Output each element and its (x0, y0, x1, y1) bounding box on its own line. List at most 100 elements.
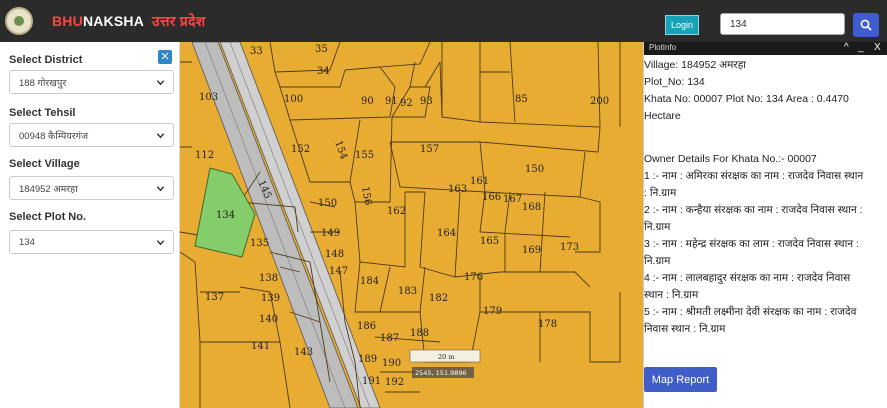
svg-text:165: 165 (480, 236, 499, 247)
village-value: 184952 अमरहा (19, 183, 78, 195)
close-sidebar-button[interactable]: ✕ (158, 50, 172, 64)
svg-text:90: 90 (361, 96, 374, 107)
district-select[interactable]: 188 गोरखपुर (9, 70, 174, 94)
svg-text:166: 166 (482, 192, 501, 203)
svg-text:33: 33 (250, 46, 263, 57)
svg-text:91: 91 (385, 96, 398, 107)
svg-text:34: 34 (317, 66, 330, 77)
svg-text:137: 137 (205, 292, 224, 303)
svg-text:186: 186 (357, 321, 376, 332)
owner-line: निवास स्थान : नि.ग्राम (644, 323, 726, 335)
brand-part-naksha: NAKSHA (82, 13, 145, 29)
svg-text:93: 93 (420, 96, 433, 107)
owner-line: स्थान : नि.ग्राम (644, 289, 699, 301)
login-button[interactable]: Login (665, 15, 699, 35)
svg-text:155: 155 (355, 150, 374, 161)
svg-text:150: 150 (525, 164, 544, 175)
svg-text:140: 140 (259, 314, 278, 325)
svg-text:169: 169 (522, 245, 541, 256)
panel-header: PlotInfo ^ _ X (644, 42, 887, 55)
district-label: Select District (9, 54, 83, 66)
map-canvas[interactable]: 33 34 35 100 103 90 91 92 93 85 200 112 … (180, 42, 643, 408)
svg-text:85: 85 (515, 94, 528, 105)
owner-line: : नि.ग्राम (644, 187, 677, 199)
svg-text:35: 35 (315, 44, 328, 55)
top-navbar: BHUNAKSHA उत्तर प्रदेश Login 134 (0, 0, 887, 42)
plot-no-line: Plot_No: 134 (644, 76, 705, 88)
cadastral-map[interactable]: 33 34 35 100 103 90 91 92 93 85 200 112 … (180, 42, 643, 408)
svg-text:192: 192 (385, 377, 404, 388)
svg-text:190: 190 (382, 358, 401, 369)
svg-text:92: 92 (400, 98, 413, 109)
village-select[interactable]: 184952 अमरहा (9, 176, 174, 200)
svg-text:163: 163 (448, 184, 467, 195)
up-emblem-logo (5, 7, 33, 35)
svg-text:134: 134 (216, 210, 235, 221)
owner-line: 3 :- नाम : महेन्द्र संरक्षक का लाम : राज… (644, 238, 859, 250)
area-unit-line: Hectare (644, 110, 681, 122)
svg-text:135: 135 (250, 238, 269, 249)
collapse-panel-button[interactable]: ^ (844, 42, 849, 54)
svg-text:138: 138 (259, 273, 278, 284)
plot-search-input[interactable]: 134 (720, 13, 845, 35)
svg-text:150: 150 (318, 198, 337, 209)
panel-title: PlotInfo (649, 43, 677, 52)
village-label: Select Village (9, 158, 80, 170)
brand-title: BHUNAKSHA उत्तर प्रदेश (52, 12, 205, 31)
svg-text:143: 143 (294, 347, 313, 358)
map-report-button[interactable]: Map Report (644, 367, 717, 392)
svg-text:139: 139 (261, 293, 280, 304)
svg-text:149: 149 (321, 228, 340, 239)
svg-text:112: 112 (195, 150, 214, 161)
chevron-down-icon (156, 186, 165, 192)
brand-state: उत्तर प्रदेश (152, 13, 206, 29)
plot-info-panel: PlotInfo ^ _ X Village: 184952 अमरहा Plo… (643, 42, 887, 408)
plot-value: 134 (19, 236, 35, 248)
owner-line: 5 :- नाम : श्रीमती लक्ष्मीना देवी संरक्ष… (644, 306, 857, 318)
district-value: 188 गोरखपुर (19, 77, 67, 89)
svg-text:100: 100 (284, 94, 303, 105)
filter-sidebar: ✕ Select District 188 गोरखपुर Select Teh… (0, 42, 180, 408)
svg-text:141: 141 (251, 341, 270, 352)
svg-text:200: 200 (590, 96, 609, 107)
plot-select[interactable]: 134 (9, 230, 174, 254)
svg-text:187: 187 (380, 333, 399, 344)
owner-line: 1 :- नाम : अमिरका संरक्षक का नाम : राजदे… (644, 170, 864, 182)
svg-text:179: 179 (483, 306, 502, 317)
owner-line: नि.ग्राम (644, 221, 671, 233)
svg-text:173: 173 (560, 242, 579, 253)
svg-text:161: 161 (470, 176, 489, 187)
svg-text:184: 184 (360, 276, 379, 287)
svg-text:188: 188 (410, 328, 429, 339)
svg-text:189: 189 (358, 354, 377, 365)
owner-line: नि.ग्राम (644, 255, 671, 267)
search-button[interactable] (853, 13, 879, 37)
svg-text:168: 168 (522, 202, 541, 213)
svg-text:152: 152 (291, 144, 310, 155)
svg-text:167: 167 (503, 194, 522, 205)
svg-text:182: 182 (429, 293, 448, 304)
app-root: BHUNAKSHA उत्तर प्रदेश Login 134 ✕ Select… (0, 0, 887, 408)
svg-text:183: 183 (398, 286, 417, 297)
close-panel-button[interactable]: X (874, 42, 881, 54)
khata-area-line: Khata No: 00007 Plot No: 134 Area : 0.44… (644, 93, 849, 105)
tehsil-select[interactable]: 00948 कैम्पियरगंज (9, 123, 174, 147)
tehsil-label: Select Tehsil (9, 107, 76, 119)
svg-text:162: 162 (387, 206, 406, 217)
svg-text:147: 147 (329, 266, 348, 277)
svg-text:176: 176 (464, 272, 483, 283)
owner-details-heading: Owner Details For Khata No.:- 00007 (644, 153, 817, 165)
coord-readout: 2545, 151.9896 (415, 369, 467, 377)
owner-line: 2 :- नाम : कन्हैया संरक्षक का नाम : राजद… (644, 204, 863, 216)
svg-text:103: 103 (199, 92, 218, 103)
chevron-down-icon (156, 133, 165, 139)
svg-text:157: 157 (420, 144, 439, 155)
minimize-panel-button[interactable]: _ (858, 42, 864, 54)
village-line: Village: 184952 अमरहा (644, 59, 747, 71)
chevron-down-icon (156, 80, 165, 86)
plot-label: Select Plot No. (9, 211, 87, 223)
scale-bar-label: 20 m (438, 353, 455, 361)
search-icon (860, 19, 872, 31)
svg-text:191: 191 (362, 376, 381, 387)
svg-text:164: 164 (437, 228, 456, 239)
